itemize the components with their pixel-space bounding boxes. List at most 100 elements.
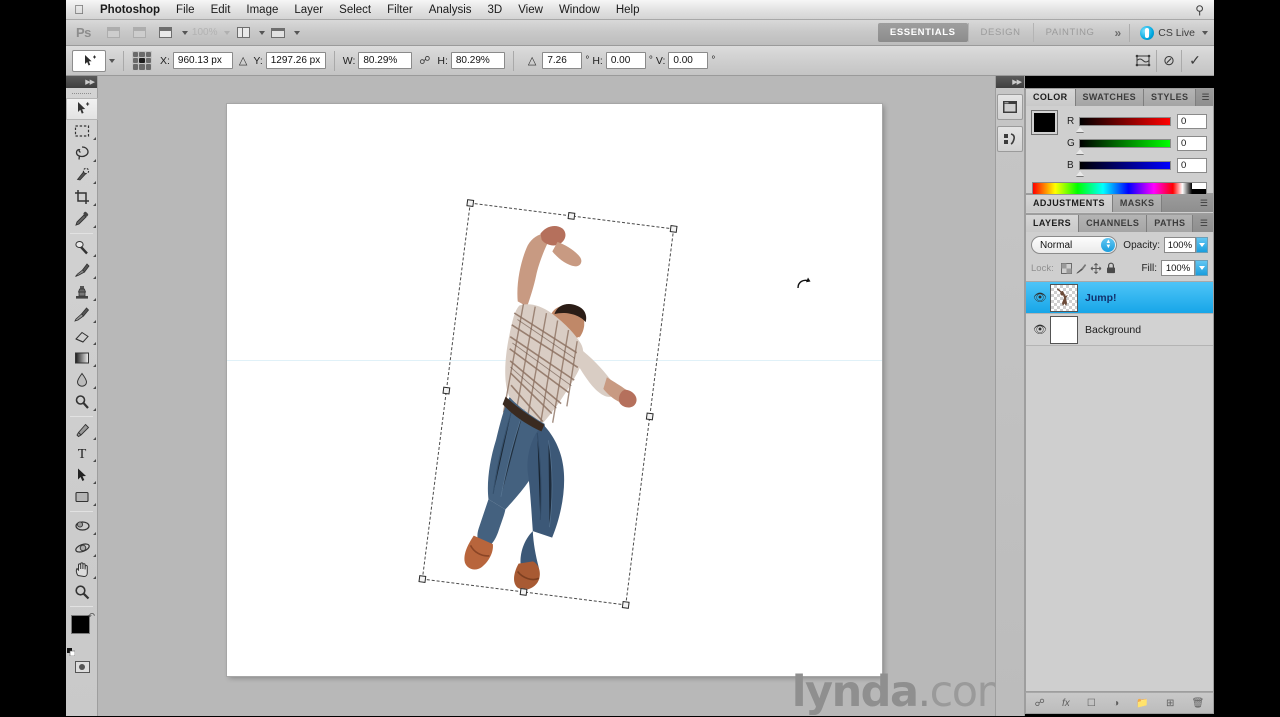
path-selection-tool[interactable] — [66, 464, 98, 486]
default-colors-icon[interactable] — [67, 643, 76, 657]
quick-selection-tool[interactable] — [66, 164, 98, 186]
menu-photoshop[interactable]: Photoshop — [92, 0, 168, 20]
new-layer-icon[interactable]: ⊞ — [1166, 698, 1174, 709]
opacity-input[interactable]: 100% — [1163, 237, 1196, 253]
apple-logo-icon[interactable]:  — [66, 3, 92, 16]
relative-position-toggle[interactable]: △ — [239, 54, 247, 67]
workspace-design[interactable]: DESIGN — [967, 23, 1033, 42]
skew-h-input[interactable]: 0.00 — [605, 52, 646, 69]
lock-image-pixels-icon[interactable] — [1074, 261, 1089, 275]
fill-input[interactable]: 100% — [1161, 260, 1195, 276]
x-input[interactable]: 960.13 px — [172, 52, 233, 69]
cancel-transform-button[interactable]: ⊘ — [1156, 49, 1182, 72]
histogram-icon[interactable] — [997, 126, 1023, 152]
menu-edit[interactable]: Edit — [203, 0, 239, 20]
menu-window[interactable]: Window — [551, 0, 608, 20]
lasso-tool[interactable] — [66, 142, 98, 164]
rectangular-marquee-tool[interactable] — [66, 120, 98, 142]
adjustments-panel-menu-icon[interactable]: ☰ — [1195, 195, 1213, 212]
layer-visibility-toggle[interactable]: 👁 — [1030, 323, 1050, 336]
tool-preset-caret-icon[interactable] — [109, 58, 115, 63]
transform-handle-top-center[interactable] — [567, 212, 576, 220]
red-slider[interactable] — [1076, 116, 1171, 132]
green-value-input[interactable]: 0 — [1177, 135, 1207, 151]
width-input[interactable]: 80.29% — [358, 52, 413, 69]
tab-paths[interactable]: PATHS — [1147, 215, 1194, 232]
fill-slider-toggle[interactable] — [1195, 260, 1208, 276]
green-slider[interactable] — [1076, 138, 1171, 154]
lock-all-icon[interactable] — [1104, 261, 1119, 275]
rectangle-shape-tool[interactable] — [66, 486, 98, 508]
lock-position-icon[interactable] — [1089, 261, 1104, 275]
zoom-tool[interactable] — [66, 581, 98, 603]
link-layers-icon[interactable]: ☍ — [1035, 698, 1045, 709]
menu-3d[interactable]: 3D — [480, 0, 511, 20]
green-slider-thumb[interactable] — [1076, 148, 1084, 154]
rotation-angle-input[interactable]: 7.26 — [542, 52, 583, 69]
tab-channels[interactable]: CHANNELS — [1079, 215, 1148, 232]
new-group-icon[interactable]: 📁 — [1136, 698, 1148, 709]
eyedropper-tool[interactable] — [66, 208, 98, 230]
color-panel-foreground-swatch[interactable] — [1031, 110, 1058, 135]
3d-orbit-tool[interactable] — [66, 537, 98, 559]
commit-transform-button[interactable]: ✓ — [1182, 50, 1208, 72]
document-canvas[interactable] — [227, 104, 882, 676]
cs-live-button[interactable]: CS Live — [1129, 23, 1208, 42]
delete-layer-icon[interactable]: 🗑 — [1192, 698, 1205, 709]
bridge-icon[interactable] — [104, 24, 124, 42]
screen-mode-icon[interactable] — [268, 24, 288, 42]
blend-mode-select[interactable]: Normal ▲ ▼ — [1031, 236, 1118, 254]
y-input[interactable]: 1297.26 px — [265, 52, 326, 69]
red-value-input[interactable]: 0 — [1177, 113, 1207, 129]
tab-color[interactable]: COLOR — [1026, 89, 1076, 106]
quick-mask-toggle[interactable] — [66, 657, 98, 677]
transform-handle-middle-left[interactable] — [442, 386, 451, 395]
document-workarea[interactable]: lynda.com — [98, 76, 1023, 716]
reference-point-selector[interactable] — [132, 50, 152, 71]
transform-handle-bottom-center[interactable] — [519, 588, 528, 596]
search-icon[interactable]: ⚲ — [1195, 3, 1214, 17]
maintain-aspect-ratio-icon[interactable]: ☍ — [418, 52, 431, 70]
workspace-painting[interactable]: PAINTING — [1032, 23, 1107, 42]
arrange-documents-icon[interactable] — [233, 24, 253, 42]
workspace-more-icon[interactable]: » — [1107, 26, 1130, 40]
gradient-tool[interactable] — [66, 347, 98, 369]
layer-row-jump[interactable]: 👁 Jump! — [1026, 282, 1213, 314]
swap-colors-icon[interactable]: ↶ — [87, 611, 95, 622]
brush-tool[interactable] — [66, 259, 98, 281]
color-panel-menu-icon[interactable]: ☰ — [1196, 89, 1214, 106]
tab-layers[interactable]: LAYERS — [1026, 215, 1080, 232]
workspace-essentials[interactable]: ESSENTIALS — [877, 23, 968, 42]
toolbox-collapse-handle[interactable]: ▶▶ — [66, 76, 97, 88]
eraser-tool[interactable] — [66, 325, 98, 347]
blue-slider-thumb[interactable] — [1076, 170, 1084, 176]
transform-handle-bottom-right[interactable] — [621, 601, 630, 609]
mini-bridge-icon[interactable] — [997, 94, 1023, 120]
transform-handle-middle-right[interactable] — [645, 412, 654, 421]
dodge-tool[interactable] — [66, 391, 98, 413]
menu-layer[interactable]: Layer — [286, 0, 331, 20]
height-input[interactable]: 80.29% — [450, 52, 505, 69]
blue-slider[interactable] — [1076, 160, 1171, 176]
layer-thumbnail[interactable] — [1050, 283, 1078, 312]
layer-thumbnail[interactable] — [1050, 315, 1078, 344]
blue-value-input[interactable]: 0 — [1177, 157, 1207, 173]
view-extras-icon[interactable] — [156, 24, 176, 42]
screen-mode-caret-icon[interactable] — [294, 30, 301, 35]
layer-mask-icon[interactable]: ☐ — [1087, 698, 1096, 709]
zoom-level-value[interactable]: 100% — [188, 27, 222, 38]
tab-swatches[interactable]: SWATCHES — [1075, 89, 1145, 106]
menu-analysis[interactable]: Analysis — [421, 0, 480, 20]
3d-rotate-tool[interactable] — [66, 515, 98, 537]
history-brush-tool[interactable] — [66, 303, 98, 325]
lock-transparent-pixels-icon[interactable] — [1059, 261, 1074, 275]
menu-image[interactable]: Image — [238, 0, 286, 20]
layer-visibility-toggle[interactable]: 👁 — [1030, 291, 1050, 304]
crop-tool[interactable] — [66, 186, 98, 208]
tab-masks[interactable]: MASKS — [1112, 195, 1163, 212]
arrange-caret-icon[interactable] — [259, 30, 266, 35]
type-tool[interactable]: T — [66, 442, 98, 464]
free-transform-bounding-box[interactable] — [418, 199, 678, 609]
dock-collapse-handle[interactable]: ▶▶ — [996, 76, 1024, 88]
opacity-slider-toggle[interactable] — [1195, 237, 1208, 253]
